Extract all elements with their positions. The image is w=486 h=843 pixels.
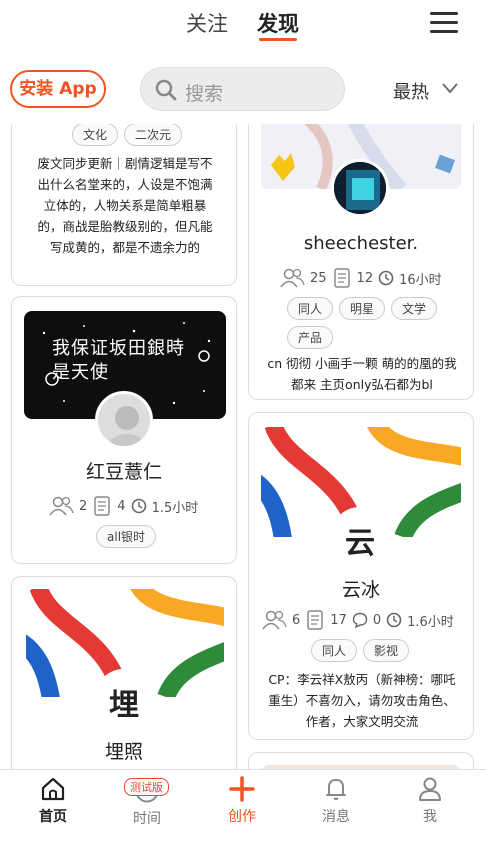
avatar (331, 159, 389, 217)
nav-time-label: 时间 (133, 811, 161, 827)
card-tags: 同人 明星 文学 产品 (287, 297, 447, 349)
card-tags: 文化 二次元 (72, 124, 183, 146)
card-title: 红豆薏仁 (85, 461, 162, 483)
install-app-button[interactable]: 安装 App (10, 70, 106, 108)
discover-page: 关注 发现 安装 App 搜索 最热 文化 二次元 废文同步更新｜剧情逻辑是写不… (0, 0, 486, 843)
feed-card[interactable]: 埋 埋照 (11, 576, 237, 769)
beta-badge: 测试版 (124, 778, 169, 796)
banner-text: 我保证坂田銀時是天使 (52, 338, 185, 383)
card-title: 埋照 (104, 741, 143, 763)
updated-time: 1.5小时 (151, 500, 199, 516)
members-icon (280, 268, 305, 288)
card-tags: all银时 (96, 525, 157, 548)
nav-me[interactable]: 我 (400, 776, 460, 826)
bell-icon (326, 778, 346, 800)
search-input[interactable]: 搜索 (140, 67, 345, 111)
comments-count: 0 (372, 612, 382, 628)
top-nav: 关注 发现 (0, 0, 486, 58)
avatar: 埋 (95, 669, 153, 727)
members-count: 2 (79, 498, 88, 514)
bottom-nav: 首页 测试版 时间 创作 消息 我 (0, 769, 486, 843)
nav-messages-label: 消息 (322, 809, 350, 825)
tag[interactable]: 影视 (363, 639, 410, 662)
updated-time: 1.6小时 (407, 614, 454, 630)
posts-icon (94, 496, 111, 516)
active-tab-indicator (259, 38, 297, 41)
posts-count: 4 (117, 498, 126, 514)
members-count: 25 (310, 270, 327, 286)
nav-home[interactable]: 首页 (23, 776, 83, 826)
menu-icon[interactable] (430, 12, 458, 38)
updated-time: 16小时 (399, 272, 442, 288)
toolbar: 安装 App 搜索 最热 (0, 58, 486, 124)
search-placeholder: 搜索 (185, 83, 224, 105)
clock-icon (131, 498, 146, 514)
clock-icon (378, 270, 394, 286)
home-icon (41, 777, 65, 801)
tag[interactable]: 同人 (287, 297, 334, 320)
tag[interactable]: 文化 (72, 124, 119, 146)
posts-count: 12 (356, 270, 374, 286)
feed-card[interactable]: 文化 二次元 废文同步更新｜剧情逻辑是写不出什么名堂来的，人设是不饱满立体的，人… (11, 124, 237, 286)
tag[interactable]: 同人 (311, 639, 358, 662)
search-icon (155, 79, 177, 101)
chevron-down-icon[interactable] (441, 80, 459, 96)
feed-card[interactable]: 我保证坂田銀時是天使 红豆薏仁 2 4 1.5小时 all银时 (11, 296, 237, 564)
feed-card[interactable]: 云 云冰 6 17 0 1.6小时 同人 影视 CP：李云祥X敖丙（新神榜：哪吒… (248, 412, 474, 740)
card-tags: 同人 影视 (311, 639, 410, 662)
avatar-character: 埋 (109, 688, 139, 723)
tag[interactable]: 文学 (391, 297, 438, 320)
nav-messages[interactable]: 消息 (306, 776, 366, 826)
nav-create[interactable]: 创作 (212, 776, 272, 826)
tag[interactable]: 二次元 (124, 124, 183, 146)
tag[interactable]: 产品 (287, 326, 334, 349)
sort-select[interactable]: 最热 (393, 78, 429, 104)
plus-icon (229, 776, 255, 802)
nav-create-label: 创作 (228, 809, 256, 825)
card-title: sheechester. (303, 233, 419, 254)
card-stats: 2 4 1.5小时 (48, 495, 198, 517)
feed-card[interactable] (248, 752, 474, 769)
card-title: 云冰 (341, 579, 380, 601)
posts-icon (333, 268, 350, 288)
comment-icon (352, 612, 368, 628)
tab-discover[interactable]: 发现 (257, 8, 299, 38)
nav-me-label: 我 (423, 809, 437, 825)
card-description: CP：李云祥X敖丙（新神榜：哪吒重生）不喜勿入，请勿攻击角色、作者，大家文明交流 (268, 672, 456, 729)
clock-icon (386, 612, 402, 628)
avatar: 云 (331, 507, 389, 565)
tag[interactable]: all银时 (96, 525, 157, 548)
tag[interactable]: 明星 (339, 297, 386, 320)
card-stats: 25 12 16小时 (279, 267, 442, 289)
posts-count: 17 (330, 612, 347, 628)
card-description: cn 彻彻 小画手一颗 萌的的凰的我都来 主页only弘石都为bl (267, 356, 457, 392)
posts-icon (307, 610, 324, 630)
feed: 文化 二次元 废文同步更新｜剧情逻辑是写不出什么名堂来的，人设是不饱满立体的，人… (0, 124, 486, 769)
members-count: 6 (292, 612, 301, 628)
avatar (95, 391, 153, 449)
card-stats: 6 17 0 1.6小时 (261, 609, 454, 631)
members-icon (49, 496, 74, 516)
tab-follow[interactable]: 关注 (186, 8, 228, 38)
user-icon (419, 777, 441, 801)
nav-home-label: 首页 (39, 809, 67, 825)
feed-card[interactable]: sheechester. 25 12 16小时 同人 明星 文学 产品 cn 彻… (248, 124, 474, 400)
avatar-character: 云 (345, 526, 375, 561)
members-icon (262, 610, 287, 630)
card-description: 废文同步更新｜剧情逻辑是写不出什么名堂来的，人设是不饱满立体的，人物关系是简单粗… (37, 156, 213, 255)
